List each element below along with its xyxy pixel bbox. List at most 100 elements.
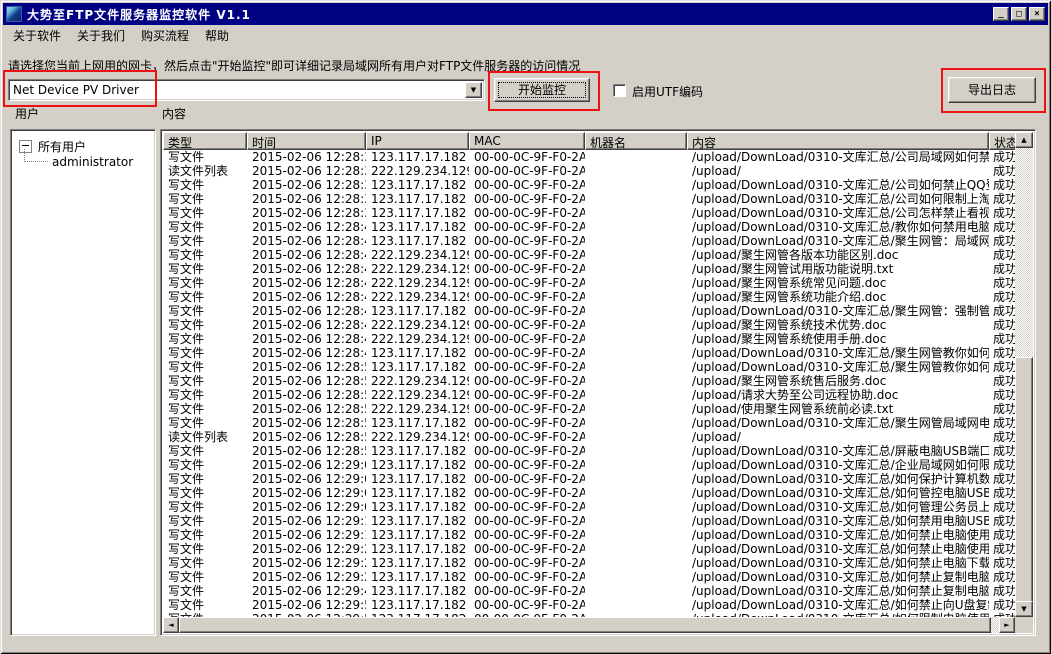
- table-row[interactable]: 写文件2015-02-06 12:28:46123.117.17.18200-0…: [163, 234, 1015, 248]
- cell-ip: 222.129.234.129: [366, 262, 469, 276]
- cell-mac: 00-00-0C-9F-F0-2A: [469, 332, 585, 346]
- scroll-right-icon[interactable]: ►: [999, 617, 1015, 633]
- scroll-left-icon[interactable]: ◄: [163, 617, 179, 633]
- table-row[interactable]: 写文件2015-02-06 12:28:54123.117.17.18200-0…: [163, 416, 1015, 430]
- column-header-status[interactable]: 状态: [989, 132, 1015, 150]
- cell-time: 2015-02-06 12:29:14: [247, 514, 366, 528]
- cell-status: 成功: [989, 472, 1015, 486]
- export-log-button[interactable]: 导出日志: [948, 77, 1036, 103]
- cell-machine: [585, 598, 687, 612]
- cell-content: /upload/聚生网管系统使用手册.doc: [687, 332, 989, 346]
- start-monitor-button[interactable]: 开始监控: [494, 78, 590, 102]
- table-row[interactable]: 写文件2015-02-06 12:29:47123.117.17.18200-0…: [163, 584, 1015, 598]
- cell-ip: 123.117.17.182: [366, 178, 469, 192]
- table-row[interactable]: 写文件2015-02-06 12:29:25123.117.17.18200-0…: [163, 556, 1015, 570]
- table-row[interactable]: 写文件2015-02-06 12:28:47222.129.234.12900-…: [163, 248, 1015, 262]
- table-row[interactable]: 写文件2015-02-06 12:28:48222.129.234.12900-…: [163, 290, 1015, 304]
- table-row[interactable]: 写文件2015-02-06 12:28:39123.117.17.18200-0…: [163, 206, 1015, 220]
- column-header-machine[interactable]: 机器名: [585, 132, 687, 150]
- cell-ip: 123.117.17.182: [366, 192, 469, 206]
- menu-item-about-us[interactable]: 关于我们: [69, 25, 133, 46]
- table-row[interactable]: 写文件2015-02-06 12:28:52222.129.234.12900-…: [163, 374, 1015, 388]
- table-row[interactable]: 读文件列表2015-02-06 12:28:54222.129.234.1290…: [163, 430, 1015, 444]
- cell-mac: 00-00-0C-9F-F0-2A: [469, 500, 585, 514]
- column-header-mac[interactable]: MAC: [469, 132, 585, 150]
- table-row[interactable]: 写文件2015-02-06 12:28:36123.117.17.18200-0…: [163, 192, 1015, 206]
- cell-machine: [585, 220, 687, 234]
- table-row[interactable]: 写文件2015-02-06 12:29:03123.117.17.18200-0…: [163, 472, 1015, 486]
- cell-content: /upload/DownLoad/0310-文库汇总/如何禁止复制电脑...: [687, 570, 989, 584]
- cell-machine: [585, 332, 687, 346]
- cell-content: /upload/DownLoad/0310-文库汇总/公司如何限制上淘...: [687, 192, 989, 206]
- scroll-down-icon[interactable]: ▼: [1015, 601, 1033, 617]
- cell-status: 成功: [989, 164, 1015, 178]
- adapter-combobox[interactable]: Net Device PV Driver ▼: [8, 79, 485, 101]
- table-row[interactable]: 写文件2015-02-06 12:28:47222.129.234.12900-…: [163, 262, 1015, 276]
- table-row[interactable]: 写文件2015-02-06 12:28:51123.117.17.18200-0…: [163, 360, 1015, 374]
- column-header-content[interactable]: 内容: [687, 132, 989, 150]
- table-row[interactable]: 写文件2015-02-06 12:28:49222.129.234.12900-…: [163, 332, 1015, 346]
- table-row[interactable]: 写文件2015-02-06 12:28:48222.129.234.12900-…: [163, 276, 1015, 290]
- cell-time: 2015-02-06 12:28:54: [247, 416, 366, 430]
- horizontal-scrollbar-thumb[interactable]: [179, 617, 991, 633]
- cell-status: 成功: [989, 332, 1015, 346]
- cell-type: 写文件: [163, 290, 247, 304]
- cell-time: 2015-02-06 12:28:48: [247, 276, 366, 290]
- table-row[interactable]: 写文件2015-02-06 12:28:54222.129.234.12900-…: [163, 402, 1015, 416]
- table-row[interactable]: 写文件2015-02-06 12:28:52222.129.234.12900-…: [163, 388, 1015, 402]
- maximize-button[interactable]: □: [1011, 7, 1027, 21]
- cell-machine: [585, 472, 687, 486]
- table-row[interactable]: 写文件2015-02-06 12:28:43123.117.17.18200-0…: [163, 220, 1015, 234]
- table-row[interactable]: 读文件列表2015-02-06 12:28:33222.129.234.1290…: [163, 164, 1015, 178]
- menu-item-help[interactable]: 帮助: [197, 25, 237, 46]
- dropdown-arrow-icon[interactable]: ▼: [465, 82, 482, 98]
- cell-machine: [585, 500, 687, 514]
- column-header-time[interactable]: 时间: [247, 132, 366, 150]
- column-header-ip[interactable]: IP: [366, 132, 469, 150]
- cell-content: /upload/DownLoad/0310-文库汇总/企业局域网如何限...: [687, 458, 989, 472]
- column-header-type[interactable]: 类型: [163, 132, 247, 150]
- cell-mac: 00-00-0C-9F-F0-2A: [469, 584, 585, 598]
- content-section-label: 内容: [162, 105, 186, 122]
- close-button[interactable]: ×: [1029, 7, 1045, 21]
- cell-type: 写文件: [163, 276, 247, 290]
- cell-ip: 222.129.234.129: [366, 374, 469, 388]
- cell-mac: 00-00-0C-9F-F0-2A: [469, 346, 585, 360]
- scroll-up-icon[interactable]: ▲: [1015, 132, 1033, 148]
- cell-machine: [585, 542, 687, 556]
- menu-item-about-software[interactable]: 关于软件: [5, 25, 69, 46]
- cell-mac: 00-00-0C-9F-F0-2A: [469, 192, 585, 206]
- cell-ip: 123.117.17.182: [366, 150, 469, 164]
- vertical-scrollbar[interactable]: ▲ ▼: [1015, 132, 1033, 617]
- cell-content: /upload/DownLoad/0310-文库汇总/如何禁用电脑USB口...: [687, 514, 989, 528]
- window-title: 大势至FTP文件服务器监控软件 V1.1: [27, 6, 251, 23]
- cell-mac: 00-00-0C-9F-F0-2A: [469, 248, 585, 262]
- tree-node-administrator[interactable]: administrator: [52, 155, 133, 169]
- cell-ip: 123.117.17.182: [366, 472, 469, 486]
- table-row[interactable]: 写文件2015-02-06 12:29:52123.117.17.18200-0…: [163, 598, 1015, 612]
- utf-encoding-checkbox[interactable]: [613, 84, 626, 97]
- cell-time: 2015-02-06 12:28:58: [247, 444, 366, 458]
- table-row[interactable]: 写文件2015-02-06 12:29:05123.117.17.18200-0…: [163, 486, 1015, 500]
- minimize-button[interactable]: _: [993, 7, 1009, 21]
- table-row[interactable]: 写文件2015-02-06 12:29:01123.117.17.18200-0…: [163, 458, 1015, 472]
- table-row[interactable]: 写文件2015-02-06 12:28:35123.117.17.18200-0…: [163, 178, 1015, 192]
- horizontal-scrollbar[interactable]: ◄ ►: [163, 617, 1015, 633]
- cell-machine: [585, 584, 687, 598]
- table-row[interactable]: 写文件2015-02-06 12:29:17123.117.17.18200-0…: [163, 528, 1015, 542]
- table-row[interactable]: 写文件2015-02-06 12:28:49123.117.17.18200-0…: [163, 346, 1015, 360]
- table-row[interactable]: 写文件2015-02-06 12:29:08123.117.17.18200-0…: [163, 500, 1015, 514]
- cell-ip: 123.117.17.182: [366, 346, 469, 360]
- table-row[interactable]: 写文件2015-02-06 12:29:29123.117.17.18200-0…: [163, 570, 1015, 584]
- cell-time: 2015-02-06 12:28:52: [247, 374, 366, 388]
- table-row[interactable]: 写文件2015-02-06 12:28:33123.117.17.18200-0…: [163, 150, 1015, 164]
- table-row[interactable]: 写文件2015-02-06 12:29:14123.117.17.18200-0…: [163, 514, 1015, 528]
- table-row[interactable]: 写文件2015-02-06 12:28:48123.117.17.18200-0…: [163, 304, 1015, 318]
- cell-content: /upload/DownLoad/0310-文库汇总/公司怎样禁止看视...: [687, 206, 989, 220]
- vertical-scrollbar-thumb[interactable]: [1015, 357, 1033, 603]
- table-row[interactable]: 写文件2015-02-06 12:28:58123.117.17.18200-0…: [163, 444, 1015, 458]
- cell-ip: 123.117.17.182: [366, 444, 469, 458]
- menu-item-purchase[interactable]: 购买流程: [133, 25, 197, 46]
- table-row[interactable]: 写文件2015-02-06 12:28:49222.129.234.12900-…: [163, 318, 1015, 332]
- table-row[interactable]: 写文件2015-02-06 12:29:22123.117.17.18200-0…: [163, 542, 1015, 556]
